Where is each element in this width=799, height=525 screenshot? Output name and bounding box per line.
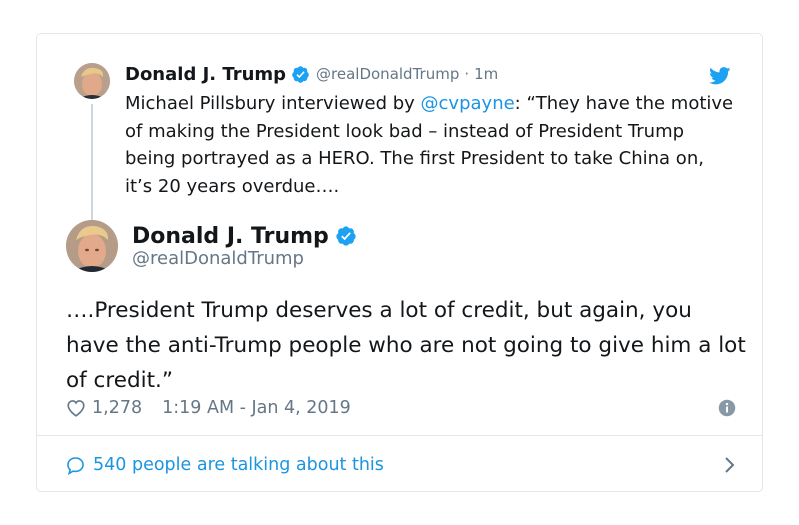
parent-author-handle[interactable]: @realDonaldTrump [316, 65, 459, 83]
verified-icon [292, 65, 309, 83]
speech-bubble-icon [67, 456, 84, 475]
verified-icon [336, 226, 356, 246]
parent-timestamp[interactable]: 1m [474, 65, 498, 83]
mention-link[interactable]: @cvpayne [421, 93, 515, 114]
main-tweet-text: ….President Trump deserves a lot of cred… [66, 298, 746, 393]
parent-header: Donald J. Trump @realDonaldTrump · 1m [125, 62, 498, 86]
parent-avatar[interactable] [74, 63, 110, 99]
main-author-handle[interactable]: @realDonaldTrump [132, 248, 304, 269]
conversation-link[interactable]: 540 people are talking about this [66, 451, 736, 479]
divider [37, 435, 762, 436]
parent-text-before: Michael Pillsbury interviewed by [125, 93, 421, 114]
parent-tweet[interactable]: Donald J. Trump @realDonaldTrump · 1m Mi… [37, 34, 762, 229]
chevron-right-icon [725, 457, 735, 473]
main-avatar[interactable] [66, 220, 118, 272]
tweet-meta-row: 1,278 1:19 AM - Jan 4, 2019 [66, 394, 736, 422]
like-count[interactable]: 1,278 [92, 398, 142, 418]
heart-icon[interactable] [66, 399, 86, 417]
parent-tweet-text: Michael Pillsbury interviewed by @cvpayn… [125, 90, 735, 200]
embedded-tweet-card: Donald J. Trump @realDonaldTrump · 1m Mi… [36, 33, 763, 492]
twitter-bird-icon[interactable] [709, 67, 731, 85]
parent-author-name[interactable]: Donald J. Trump [125, 64, 286, 85]
thread-connector [91, 104, 93, 222]
talking-count-text: 540 people are talking about this [93, 455, 384, 475]
info-icon[interactable] [718, 399, 736, 417]
main-author-row: Donald J. Trump [132, 221, 357, 251]
separator-dot: · [464, 65, 470, 83]
main-author-name[interactable]: Donald J. Trump [132, 224, 329, 249]
tweet-timestamp[interactable]: 1:19 AM - Jan 4, 2019 [162, 398, 351, 418]
